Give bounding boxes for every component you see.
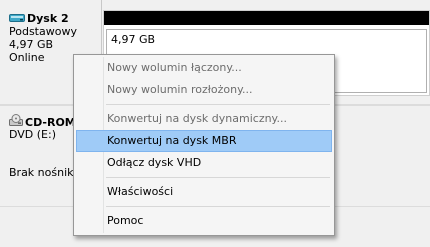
cdrom-icon bbox=[9, 114, 23, 128]
menu-item-help[interactable]: Pomoc bbox=[76, 210, 332, 232]
disk-2-name: Dysk 2 bbox=[27, 12, 69, 25]
menu-separator bbox=[106, 206, 330, 207]
menu-separator bbox=[106, 104, 330, 105]
volume-size: 4,97 GB bbox=[111, 33, 156, 46]
menu-item-properties[interactable]: Właściwości bbox=[76, 181, 332, 203]
menu-separator bbox=[106, 177, 330, 178]
menu-item-new-spanned-volume[interactable]: Nowy wolumin łączony... bbox=[76, 57, 332, 79]
menu-item-convert-to-mbr[interactable]: Konwertuj na dysk MBR bbox=[76, 130, 332, 152]
disk-2-size: 4,97 GB bbox=[9, 38, 54, 51]
volume-header-bar bbox=[104, 11, 429, 25]
disk-drive-icon bbox=[9, 13, 25, 22]
menu-item-convert-to-dynamic[interactable]: Konwertuj na dysk dynamiczny... bbox=[76, 108, 332, 130]
menu-item-detach-vhd[interactable]: Odłącz dysk VHD bbox=[76, 152, 332, 174]
menu-item-new-striped-volume[interactable]: Nowy wolumin rozłożony... bbox=[76, 79, 332, 101]
context-menu[interactable]: Nowy wolumin łączony... Nowy wolumin roz… bbox=[73, 54, 335, 236]
disk-2-type: Podstawowy bbox=[9, 25, 77, 38]
